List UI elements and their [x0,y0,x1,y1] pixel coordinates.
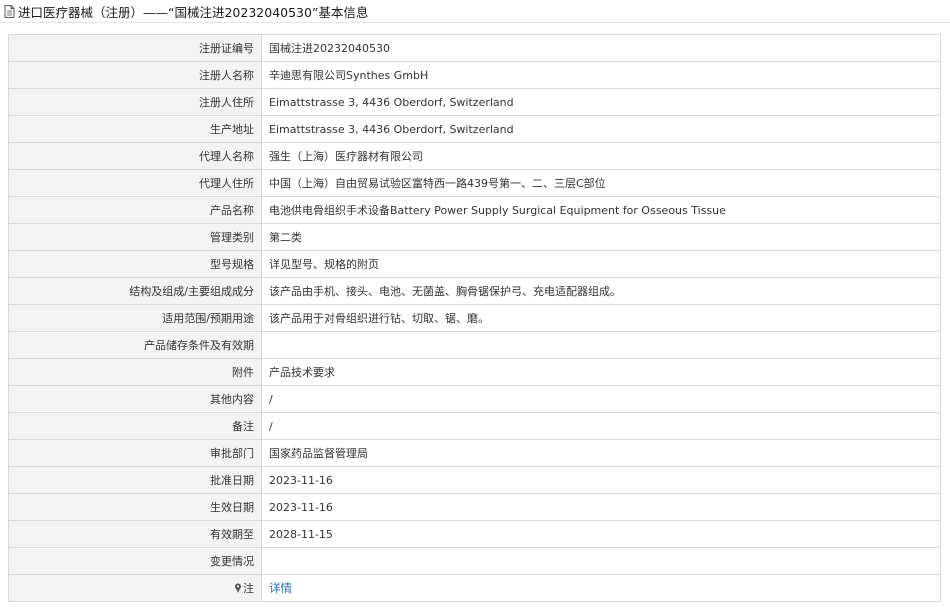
info-table: 注册证编号 国械注进20232040530 注册人名称 辛迪思有限公司Synth… [8,34,941,602]
field-label: 备注 [8,412,262,440]
page-title-bar: 进口医疗器械（注册）——“国械注进20232040530”基本信息 [0,0,950,23]
table-row: 变更情况 [8,547,941,575]
table-row: 生效日期 2023-11-16 [8,493,941,521]
field-label: 注册人住所 [8,88,262,116]
field-label: 产品储存条件及有效期 [8,331,262,359]
table-row: 批准日期 2023-11-16 [8,466,941,494]
field-value [261,547,941,575]
field-value: Eimattstrasse 3, 4436 Oberdorf, Switzerl… [261,88,941,116]
table-row: 注册人住所 Eimattstrasse 3, 4436 Oberdorf, Sw… [8,88,941,116]
field-label: 生效日期 [8,493,262,521]
field-label: 变更情况 [8,547,262,575]
table-row: 其他内容 / [8,385,941,413]
field-value: 中国（上海）自由贸易试验区富特西一路439号第一、二、三层C部位 [261,169,941,197]
table-row: 注册人名称 辛迪思有限公司Synthes GmbH [8,61,941,89]
table-row: 有效期至 2028-11-15 [8,520,941,548]
field-value: Eimattstrasse 3, 4436 Oberdorf, Switzerl… [261,115,941,143]
field-value: / [261,385,941,413]
field-value: 该产品用于对骨组织进行钻、切取、锯、磨。 [261,304,941,332]
field-value [261,331,941,359]
field-value: 2028-11-15 [261,520,941,548]
field-label: 管理类别 [8,223,262,251]
table-row: 产品储存条件及有效期 [8,331,941,359]
table-row: 结构及组成/主要组成成分 该产品由手机、接头、电池、无菌盖、胸骨锯保护弓、充电适… [8,277,941,305]
table-row: 备注 / [8,412,941,440]
field-label: 结构及组成/主要组成成分 [8,277,262,305]
field-label: 批准日期 [8,466,262,494]
document-icon [4,4,16,18]
field-value: 产品技术要求 [261,358,941,386]
table-row: 适用范围/预期用途 该产品用于对骨组织进行钻、切取、锯、磨。 [8,304,941,332]
field-label: 注册证编号 [8,34,262,62]
table-row: 产品名称 电池供电骨组织手术设备Battery Power Supply Sur… [8,196,941,224]
table-row: 管理类别 第二类 [8,223,941,251]
field-value: 国家药品监督管理局 [261,439,941,467]
field-value: 强生（上海）医疗器材有限公司 [261,142,941,170]
field-label: 生产地址 [8,115,262,143]
field-label: 产品名称 [8,196,262,224]
field-value: / [261,412,941,440]
field-label: 附件 [8,358,262,386]
pin-icon [234,583,242,593]
field-value: 详见型号、规格的附页 [261,250,941,278]
page-title: 进口医疗器械（注册）——“国械注进20232040530”基本信息 [18,4,369,20]
table-row: 附件 产品技术要求 [8,358,941,386]
field-label: 代理人名称 [8,142,262,170]
table-row: 型号规格 详见型号、规格的附页 [8,250,941,278]
note-value-cell: 详情 [261,574,941,602]
field-label: 适用范围/预期用途 [8,304,262,332]
field-label: 型号规格 [8,250,262,278]
field-label: 其他内容 [8,385,262,413]
table-row: 生产地址 Eimattstrasse 3, 4436 Oberdorf, Swi… [8,115,941,143]
field-label: 有效期至 [8,520,262,548]
field-value: 电池供电骨组织手术设备Battery Power Supply Surgical… [261,196,941,224]
table-row: 代理人住所 中国（上海）自由贸易试验区富特西一路439号第一、二、三层C部位 [8,169,941,197]
field-label: 代理人住所 [8,169,262,197]
field-value: 该产品由手机、接头、电池、无菌盖、胸骨锯保护弓、充电适配器组成。 [261,277,941,305]
field-label: 注册人名称 [8,61,262,89]
field-value: 辛迪思有限公司Synthes GmbH [261,61,941,89]
field-value: 第二类 [261,223,941,251]
field-value: 2023-11-16 [261,466,941,494]
note-label-cell: 注 [8,574,262,602]
details-link[interactable]: 详情 [269,581,292,595]
table-row: 注册证编号 国械注进20232040530 [8,34,941,62]
table-row-note: 注 详情 [8,574,941,602]
table-row: 审批部门 国家药品监督管理局 [8,439,941,467]
table-row: 代理人名称 强生（上海）医疗器材有限公司 [8,142,941,170]
field-label: 审批部门 [8,439,262,467]
field-value: 2023-11-16 [261,493,941,521]
note-label: 注 [243,582,254,595]
field-value: 国械注进20232040530 [261,34,941,62]
